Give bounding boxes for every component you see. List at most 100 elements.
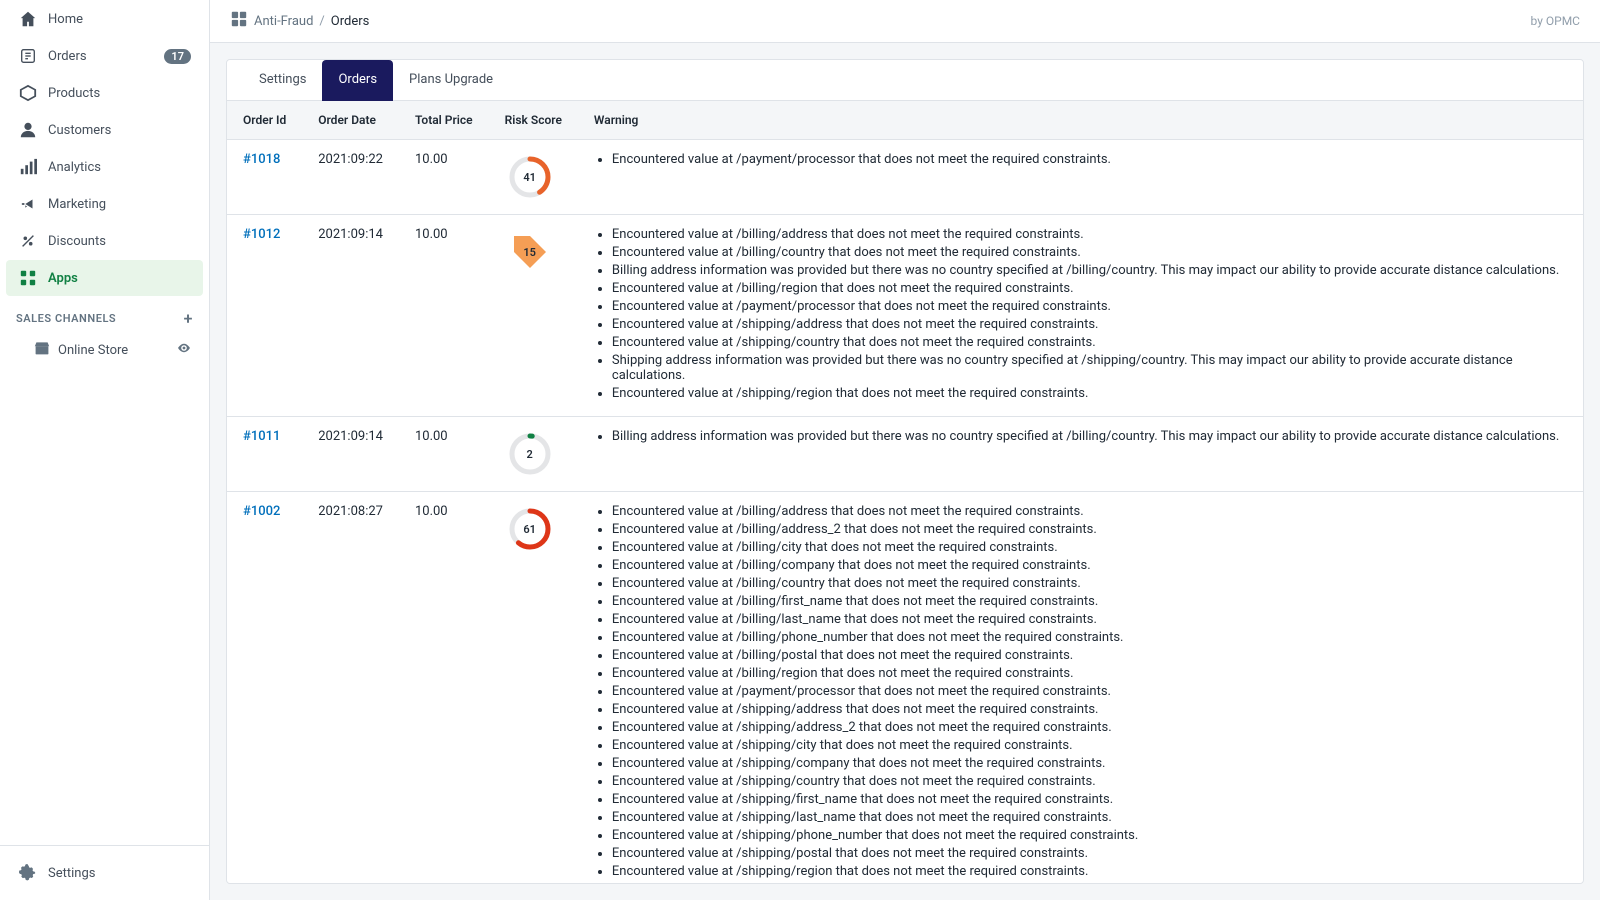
orders-icon	[18, 46, 38, 66]
sidebar-label-marketing: Marketing	[48, 197, 106, 212]
warning-item: Shipping address information was provide…	[612, 353, 1567, 383]
warning-list: Billing address information was provided…	[594, 429, 1567, 444]
warning-list: Encountered value at /billing/address th…	[594, 227, 1567, 401]
table-body: #10182021:09:2210.00 41 Encountered valu…	[227, 140, 1583, 885]
cell-order-id: #1012	[227, 215, 302, 417]
cell-total-price: 10.00	[399, 215, 489, 417]
warning-item: Encountered value at /billing/city that …	[612, 540, 1567, 555]
sidebar-label-home: Home	[48, 12, 83, 27]
cell-risk-score: 61	[489, 492, 578, 885]
table-row: #10182021:09:2210.00 41 Encountered valu…	[227, 140, 1583, 215]
apps-icon	[18, 268, 38, 288]
warning-item: Encountered value at /billing/company th…	[612, 558, 1567, 573]
order-id-link[interactable]: #1018	[243, 152, 280, 167]
warning-item: Encountered value at /billing/postal tha…	[612, 648, 1567, 663]
cell-total-price: 10.00	[399, 417, 489, 492]
marketing-icon	[18, 194, 38, 214]
sidebar-badge-orders: 17	[164, 49, 191, 64]
home-icon	[18, 9, 38, 29]
warning-item: Encountered value at /shipping/first_nam…	[612, 792, 1567, 807]
risk-score-display: 41	[505, 152, 555, 202]
sidebar-nav: Home Orders 17 Products Customers Analytics Ma…	[0, 0, 209, 297]
sidebar-item-customers[interactable]: Customers	[6, 112, 203, 148]
warning-item: Encountered value at /shipping/phone_num…	[612, 828, 1567, 843]
warning-item: Encountered value at /billing/address th…	[612, 227, 1567, 242]
sidebar-item-settings[interactable]: Settings	[6, 855, 203, 891]
sidebar-item-products[interactable]: Products	[6, 75, 203, 111]
warning-item: Encountered value at /payment/processor …	[612, 152, 1567, 167]
column-header-risk-score: Risk Score	[489, 101, 578, 140]
customers-icon	[18, 120, 38, 140]
warning-item: Encountered value at /billing/region tha…	[612, 281, 1567, 296]
warning-item: Encountered value at /shipping/country t…	[612, 774, 1567, 789]
warning-item: Encountered value at /shipping/last_name…	[612, 810, 1567, 825]
warning-item: Encountered value at /billing/last_name …	[612, 612, 1567, 627]
sidebar-item-marketing[interactable]: Marketing	[6, 186, 203, 222]
risk-score-display: 2	[505, 429, 555, 479]
table-row: #10022021:08:2710.00 61 Encountered valu…	[227, 492, 1583, 885]
orders-table-container: Order IdOrder DateTotal PriceRisk ScoreW…	[227, 101, 1583, 884]
warning-item: Encountered value at /shipping/region th…	[612, 386, 1567, 401]
sidebar-label-orders: Orders	[48, 49, 87, 64]
warning-item: Encountered value at /shipping/address_2…	[612, 720, 1567, 735]
warning-item: Billing address information was provided…	[612, 263, 1567, 278]
sidebar-item-analytics[interactable]: Analytics	[6, 149, 203, 185]
sidebar-item-apps[interactable]: Apps	[6, 260, 203, 296]
sidebar-item-discounts[interactable]: Discounts	[6, 223, 203, 259]
warning-item: Encountered value at /shipping/city that…	[612, 738, 1567, 753]
sales-channels-label: SALES CHANNELS	[16, 312, 116, 325]
warning-item: Encountered value at /billing/country th…	[612, 576, 1567, 591]
order-id-link[interactable]: #1011	[243, 429, 280, 444]
channel-visibility-icon[interactable]	[177, 341, 191, 359]
warning-item: Encountered value at /shipping/region th…	[612, 864, 1567, 879]
order-id-link[interactable]: #1002	[243, 504, 280, 519]
risk-score-display: 61	[505, 504, 555, 554]
cell-risk-score: 41	[489, 140, 578, 215]
warning-item: Encountered value at /shipping/address t…	[612, 317, 1567, 332]
breadcrumb-app: Anti-Fraud	[254, 14, 313, 29]
cell-order-id: #1011	[227, 417, 302, 492]
warning-item: Encountered value at /payment/processor …	[612, 299, 1567, 314]
tab-plans-upgrade[interactable]: Plans Upgrade	[393, 60, 509, 101]
sidebar-label-analytics: Analytics	[48, 160, 101, 175]
cell-warning: Encountered value at /billing/address th…	[578, 215, 1583, 417]
warning-item: Encountered value at /billing/phone_numb…	[612, 630, 1567, 645]
cell-warning: Encountered value at /payment/processor …	[578, 140, 1583, 215]
warning-item: Encountered value at /billing/address th…	[612, 504, 1567, 519]
sidebar-item-home[interactable]: Home	[6, 1, 203, 37]
table-head: Order IdOrder DateTotal PriceRisk ScoreW…	[227, 101, 1583, 140]
tab-settings[interactable]: Settings	[243, 60, 322, 101]
breadcrumb-separator: /	[319, 14, 324, 29]
cell-order-id: #1002	[227, 492, 302, 885]
tabs-bar: SettingsOrdersPlans Upgrade	[227, 60, 1583, 101]
sidebar-channel-online-store[interactable]: Online Store	[6, 333, 203, 367]
add-sales-channel-button[interactable]: +	[184, 309, 193, 328]
sidebar-label-customers: Customers	[48, 123, 111, 138]
settings-label: Settings	[48, 866, 95, 881]
warning-item: Encountered value at /shipping/address t…	[612, 702, 1567, 717]
sidebar-label-products: Products	[48, 86, 100, 101]
risk-score-value: 61	[523, 523, 536, 536]
warning-item: Encountered value at /billing/address_2 …	[612, 522, 1567, 537]
warning-item: Encountered value at /shipping/postal th…	[612, 846, 1567, 861]
warning-item: Encountered value at /shipping/country t…	[612, 335, 1567, 350]
warning-item: Billing address information was provided…	[612, 429, 1567, 444]
cell-order-id: #1018	[227, 140, 302, 215]
sidebar-bottom: Settings	[0, 845, 209, 900]
order-id-link[interactable]: #1012	[243, 227, 280, 242]
sidebar-label-apps: Apps	[48, 271, 78, 286]
cell-risk-score: 2	[489, 417, 578, 492]
orders-table: Order IdOrder DateTotal PriceRisk ScoreW…	[227, 101, 1583, 884]
cell-risk-score: 15	[489, 215, 578, 417]
warning-item: Encountered value at /shipping/company t…	[612, 756, 1567, 771]
cell-order-date: 2021:09:14	[302, 215, 399, 417]
cell-order-date: 2021:09:14	[302, 417, 399, 492]
sidebar-item-orders[interactable]: Orders 17	[6, 38, 203, 74]
column-header-warning: Warning	[578, 101, 1583, 140]
warning-list: Encountered value at /billing/address th…	[594, 504, 1567, 879]
sales-channels-section: SALES CHANNELS +	[0, 297, 209, 332]
by-opmc-label: by OPMC	[1531, 14, 1580, 28]
cell-total-price: 10.00	[399, 492, 489, 885]
table-row: #1012 2021:09:1410.00 15 Encountered valu…	[227, 215, 1583, 417]
tab-orders[interactable]: Orders	[322, 60, 393, 101]
